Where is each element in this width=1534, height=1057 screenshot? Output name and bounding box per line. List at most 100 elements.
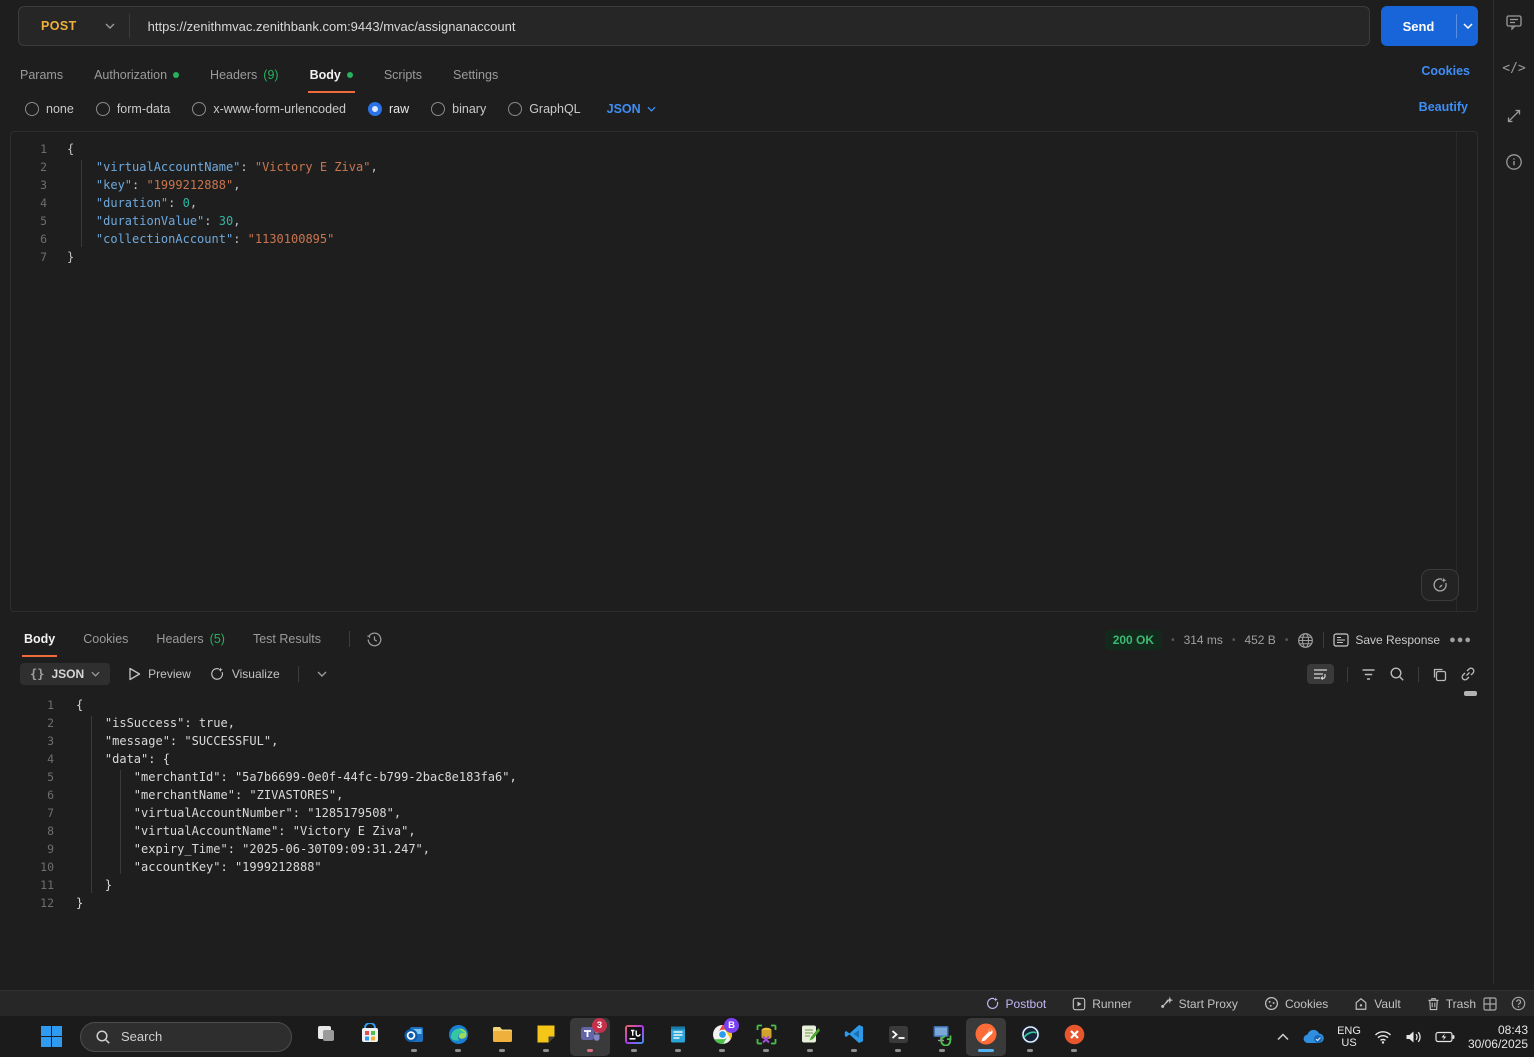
body-mode-x-www-form-urlencoded[interactable]: x-www-form-urlencoded (192, 102, 346, 116)
code-line: 3 "message": "SUCCESSFUL", (10, 732, 1478, 750)
wifi-icon[interactable] (1374, 1030, 1392, 1044)
method-label: POST (41, 19, 77, 33)
statusbar-label: Trash (1446, 997, 1476, 1011)
request-body-editor[interactable]: 1{2 "virtualAccountName": "Victory E Ziv… (10, 131, 1478, 612)
save-response-button[interactable]: Save Response (1333, 633, 1440, 647)
taskbar-app-sticky-notes[interactable] (526, 1018, 566, 1056)
body-mode-form-data[interactable]: form-data (96, 102, 171, 116)
response-tab-test-results[interactable]: Test Results (251, 628, 323, 650)
comments-icon[interactable] (1505, 13, 1523, 31)
response-body-viewer[interactable]: 1{2 "isSuccess": true,3 "message": "SUCC… (10, 690, 1478, 930)
response-tab-headers[interactable]: Headers(5) (154, 628, 227, 650)
wand-icon (209, 666, 225, 682)
swap-arrows-icon[interactable] (1506, 108, 1522, 124)
taskbar-app-globe-app[interactable] (1010, 1018, 1050, 1056)
preview-button[interactable]: Preview (128, 667, 191, 681)
tab-label: Params (20, 68, 63, 82)
scrollbar-handle[interactable] (1464, 691, 1477, 696)
indent-guide (120, 770, 121, 874)
language-indicator[interactable]: ENG US (1337, 1025, 1361, 1049)
method-selector[interactable]: POST (19, 19, 129, 33)
panel-layout-icon[interactable] (1483, 997, 1497, 1011)
radio-icon (96, 102, 110, 116)
tab-scripts[interactable]: Scripts (382, 64, 424, 86)
search-icon (95, 1029, 111, 1045)
taskbar-app-vscode[interactable] (834, 1018, 874, 1056)
wrap-lines-button[interactable] (1307, 664, 1334, 684)
chevron-down-icon (1463, 23, 1473, 29)
running-indicator (1027, 1049, 1033, 1052)
taskbar-app-outlook[interactable] (394, 1018, 434, 1056)
taskbar-app-chrome[interactable]: B (702, 1018, 742, 1056)
link-icon[interactable] (1460, 666, 1476, 682)
body-mode-none[interactable]: none (25, 102, 74, 116)
tab-authorization[interactable]: Authorization (92, 64, 181, 86)
raw-language-select[interactable]: JSON (607, 102, 656, 116)
statusbar-items: Postbot Runner Start Proxy Cookies Vault Tras… (985, 996, 1476, 1011)
more-options-icon[interactable]: ●●● (1449, 634, 1472, 646)
response-format-select[interactable]: {} JSON (20, 663, 110, 685)
visualize-button[interactable]: Visualize (209, 666, 280, 682)
statusbar-trash-button[interactable]: Trash (1427, 997, 1476, 1011)
copy-icon[interactable] (1432, 667, 1447, 682)
taskbar-app-teams[interactable]: 3 (570, 1018, 610, 1056)
start-button[interactable] (40, 1025, 63, 1048)
statusbar-runner-button[interactable]: Runner (1072, 997, 1131, 1011)
statusbar-cookies-button[interactable]: Cookies (1264, 996, 1328, 1011)
chevron-down-icon[interactable] (317, 671, 327, 677)
volume-icon[interactable] (1405, 1030, 1422, 1044)
network-globe-icon[interactable] (1297, 632, 1314, 649)
hidden-icons-chevron[interactable] (1277, 1033, 1289, 1041)
tab-headers[interactable]: Headers(9) (208, 64, 281, 86)
url-input[interactable]: https://zenithmvac.zenithbank.com:9443/m… (148, 19, 516, 34)
code-line: 8 "virtualAccountName": "Victory E Ziva"… (10, 822, 1478, 840)
cookies-link[interactable]: Cookies (1421, 64, 1470, 78)
taskbar-app-notepad[interactable] (658, 1018, 698, 1056)
body-mode-graphql[interactable]: GraphQL (508, 102, 580, 116)
response-tab-body[interactable]: Body (22, 628, 57, 650)
info-icon[interactable] (1505, 153, 1523, 171)
taskbar-app-terminal[interactable] (878, 1018, 918, 1056)
body-mode-raw[interactable]: raw (368, 102, 409, 116)
body-mode-binary[interactable]: binary (431, 102, 486, 116)
statusbar-vault-button[interactable]: Vault (1354, 997, 1400, 1011)
beautify-link[interactable]: Beautify (1419, 100, 1468, 114)
send-options-button[interactable] (1457, 6, 1478, 46)
help-icon[interactable] (1511, 996, 1526, 1011)
response-format-label: JSON (51, 667, 84, 681)
code-line: 4 "duration": 0, (11, 194, 1477, 212)
response-view-controls (1307, 661, 1476, 687)
tab-params[interactable]: Params (18, 64, 65, 86)
send-button[interactable]: Send (1381, 6, 1456, 46)
search-in-response-icon[interactable] (1389, 666, 1405, 682)
taskbar-app-file-explorer[interactable] (482, 1018, 522, 1056)
divider (1418, 667, 1419, 682)
postbot-ai-button[interactable] (1421, 569, 1459, 601)
code-icon[interactable]: </> (1502, 61, 1525, 76)
taskbar-app-edge[interactable] (438, 1018, 478, 1056)
code-line: 3 "key": "1999212888", (11, 176, 1477, 194)
taskbar-app-remote-desktop[interactable] (922, 1018, 962, 1056)
tab-settings[interactable]: Settings (451, 64, 500, 86)
statusbar-start-proxy-button[interactable]: Start Proxy (1158, 996, 1238, 1011)
battery-icon[interactable] (1435, 1031, 1455, 1043)
response-tabs: Body Cookies Headers(5) Test Results (22, 628, 323, 650)
taskbar-app-database-tool[interactable] (746, 1018, 786, 1056)
taskbar-app-app-close[interactable] (1054, 1018, 1094, 1056)
taskbar-app-postman[interactable] (966, 1018, 1006, 1056)
clock-date[interactable]: 08:43 30/06/2025 (1468, 1023, 1528, 1051)
mode-label: binary (452, 102, 486, 116)
radio-icon (192, 102, 206, 116)
onedrive-icon[interactable] (1302, 1029, 1324, 1044)
statusbar-postbot-button[interactable]: Postbot (985, 996, 1047, 1011)
search-input[interactable]: Search (80, 1022, 292, 1052)
filter-icon[interactable] (1361, 668, 1376, 681)
history-icon[interactable] (366, 631, 383, 648)
taskbar-app-microsoft-store[interactable] (350, 1018, 390, 1056)
tab-label: Authorization (94, 68, 167, 82)
response-tab-cookies[interactable]: Cookies (81, 628, 130, 650)
tab-body[interactable]: Body (308, 64, 355, 86)
taskbar-app-intellij-idea[interactable] (614, 1018, 654, 1056)
taskbar-app-notepad-plus-plus[interactable] (790, 1018, 830, 1056)
taskbar-app-task-view[interactable] (306, 1018, 346, 1056)
